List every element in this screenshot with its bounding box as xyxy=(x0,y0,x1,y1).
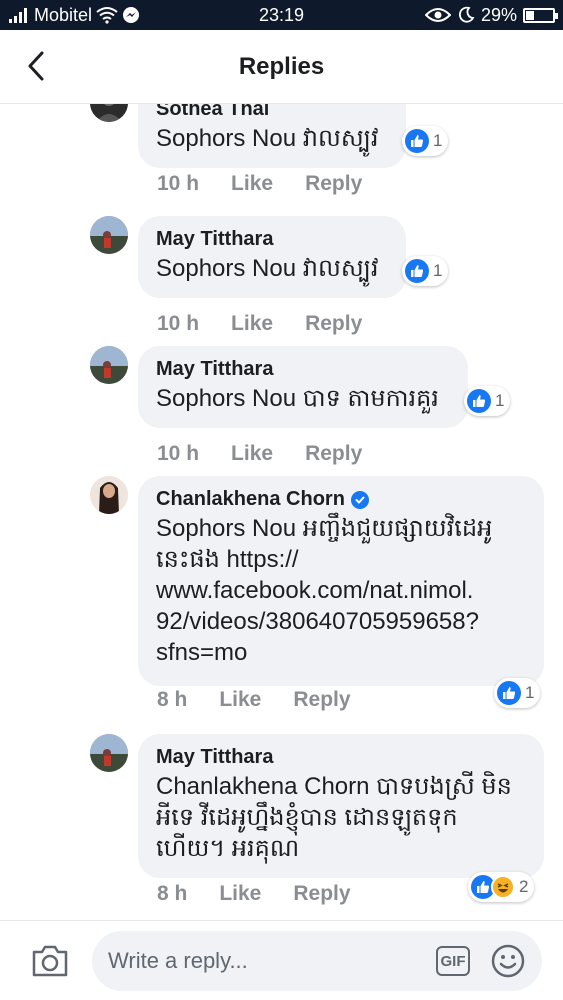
comment-link[interactable]: 92/videos/380640705959658? xyxy=(156,606,526,637)
reaction-count: 1 xyxy=(495,391,505,410)
comment-author[interactable]: Chanlakhena Chorn xyxy=(156,488,526,511)
like-button[interactable]: Like xyxy=(231,442,273,466)
comment-text-line: អីទេ វីដេអូហ្នឹងខ្ញុំបាន ដោនឡូតទុក xyxy=(156,804,458,831)
like-icon xyxy=(467,389,491,413)
battery-percent: 29% xyxy=(480,4,517,25)
comment-actions: 8 h Like Reply xyxy=(157,688,351,712)
page-title: Replies xyxy=(238,52,325,80)
comment-link[interactable]: sfns=mo xyxy=(156,637,526,668)
reaction-count: 1 xyxy=(433,261,443,280)
comment-actions: 10 h Like Reply xyxy=(157,442,362,466)
reply-button[interactable]: Reply xyxy=(305,172,362,196)
like-button[interactable]: Like xyxy=(219,688,261,712)
comment-author[interactable]: Sothea Thai xyxy=(156,104,388,121)
comment-bubble[interactable]: Chanlakhena Chorn Sophors Nou អញ្ចឹងជួយផ… xyxy=(138,476,544,686)
reply-button[interactable]: Reply xyxy=(293,882,350,906)
signal-icon xyxy=(9,8,27,23)
header: Replies xyxy=(0,30,563,104)
camera-button[interactable] xyxy=(30,941,70,981)
comment-bubble[interactable]: May Titthara Sophors Nou វាលស្បូវ xyxy=(138,216,406,298)
comment-link[interactable]: www.facebook.com/nat.nimol. xyxy=(156,575,526,606)
comment-bubble[interactable]: May Titthara Chanlakhena Chorn បាទបងស្រី… xyxy=(138,734,544,878)
reply-composer: GIF xyxy=(0,920,563,1000)
comment-time: 10 h xyxy=(157,312,200,335)
comment-text-line: Chanlakhena Chorn បាទបងស្រី មិន xyxy=(156,773,512,800)
comment-time: 8 h xyxy=(157,688,188,711)
reaction-count: 1 xyxy=(433,131,443,150)
reply-field[interactable]: GIF xyxy=(92,931,542,991)
avatar[interactable] xyxy=(90,104,128,122)
like-button[interactable]: Like xyxy=(219,882,261,906)
reaction-summary[interactable]: 1 xyxy=(402,126,449,156)
comment-author[interactable]: May Titthara xyxy=(156,358,450,381)
status-bar: Mobitel 23:19 29% xyxy=(0,0,563,30)
moon-icon xyxy=(458,6,475,23)
comment-actions: 8 h Like Reply xyxy=(157,882,351,906)
reaction-count: 1 xyxy=(525,683,535,702)
comment-text-line: Sophors Nou អញ្ចឹងជួយផ្សាយវិដេអូ xyxy=(156,515,493,542)
reaction-summary[interactable]: 1 xyxy=(494,678,541,708)
comment-text: Chanlakhena Chorn បាទបងស្រី មិន អីទេ វីដ… xyxy=(156,771,526,864)
comment-actions: 10 h Like Reply xyxy=(157,312,362,336)
avatar[interactable] xyxy=(90,346,128,384)
like-icon xyxy=(497,681,521,705)
reply-input[interactable] xyxy=(108,948,436,974)
wifi-icon xyxy=(96,7,118,24)
carrier-name: Mobitel xyxy=(34,4,93,25)
verified-badge-icon xyxy=(350,490,369,509)
comment-time: 10 h xyxy=(157,172,200,195)
camera-icon xyxy=(32,945,68,977)
comment-bubble[interactable]: May Titthara Sophors Nou បាទ តាមការគួរ xyxy=(138,346,468,428)
comment-text-line: ហើយ។ អរគុណ xyxy=(156,835,300,862)
comment-author[interactable]: May Titthara xyxy=(156,746,526,769)
reaction-summary[interactable]: 1 xyxy=(464,386,511,416)
smiley-icon xyxy=(491,944,525,978)
reply-button[interactable]: Reply xyxy=(305,312,362,336)
comment-time: 10 h xyxy=(157,442,200,465)
like-icon xyxy=(405,259,429,283)
like-button[interactable]: Like xyxy=(231,312,273,336)
gif-button[interactable]: GIF xyxy=(436,946,470,976)
author-name[interactable]: Chanlakhena Chorn xyxy=(156,488,345,511)
like-button[interactable]: Like xyxy=(231,172,273,196)
reply-button[interactable]: Reply xyxy=(293,688,350,712)
avatar[interactable] xyxy=(90,734,128,772)
battery-icon xyxy=(523,7,558,23)
emoji-button[interactable] xyxy=(490,943,526,979)
reply-button[interactable]: Reply xyxy=(305,442,362,466)
comment-actions: 10 h Like Reply xyxy=(157,172,362,196)
comment-text-line: នេះផង https:// xyxy=(156,546,299,573)
reaction-summary[interactable]: 2 xyxy=(468,872,535,902)
like-icon xyxy=(405,129,429,153)
comment-time: 8 h xyxy=(157,882,188,905)
reaction-summary[interactable]: 1 xyxy=(402,256,449,286)
back-arrow-icon xyxy=(28,51,44,81)
replies-list[interactable]: Sothea Thai Sophors Nou វាលស្បូវ 1 10 h … xyxy=(0,104,563,920)
eye-icon xyxy=(424,8,451,22)
messenger-icon xyxy=(123,7,140,23)
comment-text: Sophors Nou បាទ តាមការគួរ xyxy=(156,385,439,412)
avatar[interactable] xyxy=(90,476,128,514)
comment-text: Sophors Nou វាលស្បូវ xyxy=(156,125,379,152)
comment-bubble[interactable]: Sothea Thai Sophors Nou វាលស្បូវ xyxy=(138,104,406,168)
avatar[interactable] xyxy=(90,216,128,254)
comment-author[interactable]: May Titthara xyxy=(156,228,388,251)
haha-icon xyxy=(491,875,515,899)
back-button[interactable] xyxy=(18,48,54,84)
reaction-count: 2 xyxy=(519,877,529,896)
comment-text: Sophors Nou វាលស្បូវ xyxy=(156,255,379,282)
comment-text: Sophors Nou អញ្ចឹងជួយផ្សាយវិដេអូ នេះផង h… xyxy=(156,513,526,668)
